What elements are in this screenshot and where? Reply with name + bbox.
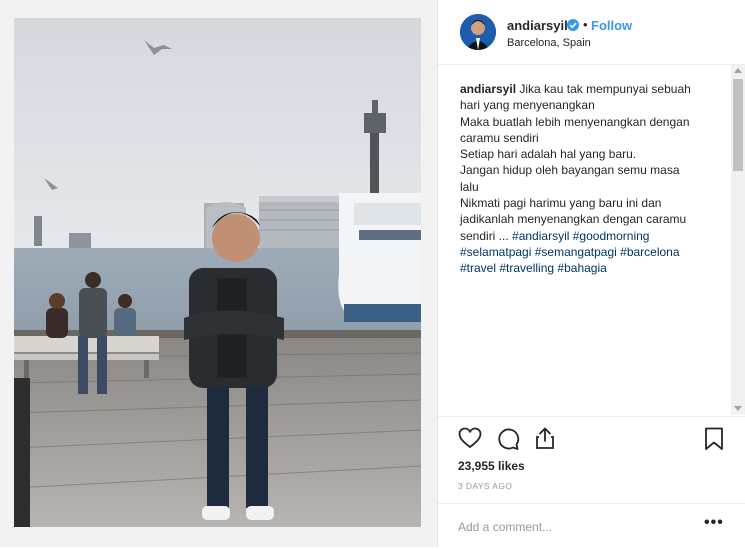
caption-line: Maka buatlah lebih menyenangkan dengan [460, 114, 690, 129]
caption-line: Jangan hidup oleh bayangan semu masa [460, 163, 680, 178]
hashtag-link[interactable]: #semangatpagi [535, 245, 617, 259]
comment-input[interactable] [458, 518, 678, 536]
caption-text: sendiri ... [460, 228, 513, 243]
caption-line: #selamatpagi #semangatpagi #barcelona [460, 244, 728, 260]
separator-dot: • [583, 17, 588, 32]
hashtag-link[interactable]: #bahagia [557, 261, 606, 275]
post-actions: 23,955 likes 3 DAYS AGO ••• [438, 416, 745, 548]
caption-line: #travel #travelling #bahagia [460, 260, 728, 276]
hashtag-link[interactable]: #barcelona [620, 245, 679, 259]
hashtag-link[interactable]: #travel [460, 261, 496, 275]
caption-area: andiarsyil Jika kau tak mempunyai sebuah… [438, 65, 730, 415]
caption: andiarsyil Jika kau tak mempunyai sebuah… [460, 81, 728, 277]
caption-line: Nikmati pagi harimu yang baru ini dan [460, 196, 662, 211]
comment-box: ••• [438, 503, 745, 549]
location-link[interactable]: Barcelona, Spain [507, 37, 591, 49]
follow-button[interactable]: Follow [591, 18, 632, 33]
caption-line: caramu sendiri [460, 130, 539, 145]
post-sidebar: andiarsyil • Follow Barcelona, Spain and… [438, 0, 745, 547]
caption-line: lalu [460, 179, 479, 194]
instagram-post: andiarsyil • Follow Barcelona, Spain and… [0, 0, 745, 547]
scroll-down-arrow-icon[interactable] [734, 406, 742, 411]
hashtag-link[interactable]: #goodmorning [573, 229, 650, 243]
verified-badge-icon [567, 19, 579, 31]
photo-panel [0, 0, 438, 547]
caption-author[interactable]: andiarsyil [460, 82, 516, 96]
caption-text: Jika kau tak mempunyai sebuah [519, 82, 691, 96]
caption-line: andiarsyil Jika kau tak mempunyai sebuah [460, 81, 728, 97]
bookmark-icon[interactable] [704, 427, 724, 456]
scroll-thumb[interactable] [733, 79, 743, 171]
caption-line: jadikanlah menyenangkan dengan caramu [460, 212, 687, 227]
post-header: andiarsyil • Follow Barcelona, Spain [438, 0, 745, 65]
hashtag-link[interactable]: #andiarsyil [512, 229, 569, 243]
more-options-button[interactable]: ••• [704, 514, 724, 532]
scroll-up-arrow-icon[interactable] [734, 68, 742, 73]
avatar[interactable] [460, 14, 496, 50]
caption-line: Setiap hari adalah hal yang baru. [460, 147, 637, 162]
post-date[interactable]: 3 DAYS AGO [458, 481, 512, 491]
hashtag-link[interactable]: #travelling [499, 261, 554, 275]
caption-line: sendiri ... #andiarsyil #goodmorning [460, 228, 728, 244]
hashtag-link[interactable]: #selamatpagi [460, 245, 531, 259]
heart-icon[interactable] [458, 427, 482, 454]
comment-icon[interactable] [496, 427, 520, 456]
like-count[interactable]: 23,955 likes [458, 459, 525, 473]
caption-line: hari yang menyenangkan [460, 98, 595, 113]
share-icon[interactable] [534, 426, 556, 455]
caption-scrollbar[interactable] [731, 65, 745, 415]
post-photo[interactable] [14, 18, 421, 527]
username-link[interactable]: andiarsyil [507, 18, 568, 33]
